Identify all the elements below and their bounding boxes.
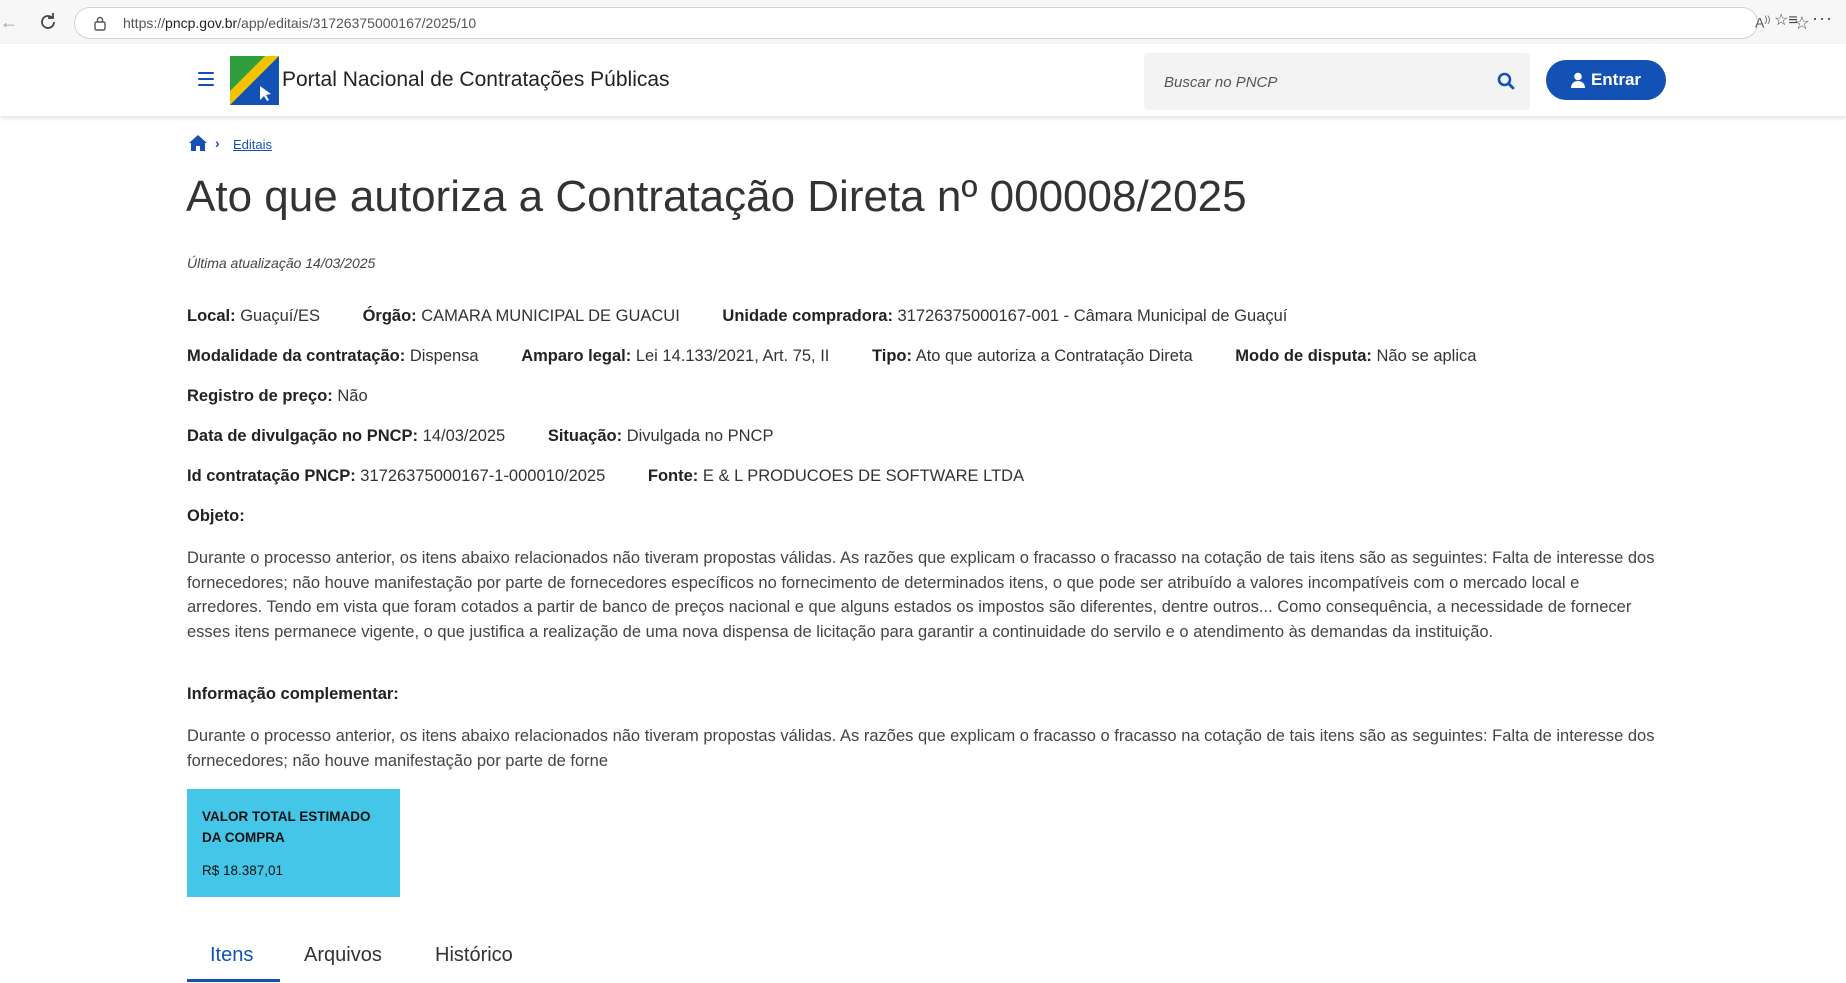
field-modo-disputa: Modo de disputa: Não se aplica: [1235, 347, 1476, 366]
objeto-text: Durante o processo anterior, os itens ab…: [187, 549, 1655, 641]
field-label: Registro de preço:: [187, 387, 333, 405]
estimated-value-title: VALOR TOTAL ESTIMADO DA COMPRA: [202, 809, 371, 845]
field-label: Órgão:: [362, 307, 417, 325]
field-value: Guaçuí/ES: [240, 307, 320, 325]
site-header: Portal Nacional de Contratações Públicas…: [0, 44, 1846, 116]
field-value: Divulgada no PNCP: [626, 427, 774, 445]
estimated-value-card: VALOR TOTAL ESTIMADO DA COMPRA R$ 18.387…: [187, 789, 400, 897]
field-situacao: Situação: Divulgada no PNCP: [548, 427, 774, 446]
details-row: Data de divulgação no PNCP: 14/03/2025 S…: [187, 427, 811, 446]
browser-toolbar: ← https://pncp.gov.br/app/editais/317263…: [0, 0, 1846, 45]
active-tab-indicator: [187, 979, 280, 982]
page-title: Ato que autoriza a Contratação Direta nº…: [186, 172, 1247, 221]
field-amparo-legal: Amparo legal: Lei 14.133/2021, Art. 75, …: [521, 347, 829, 366]
details-row: Id contratação PNCP: 31726375000167-1-00…: [187, 467, 1062, 486]
search-box: [1144, 53, 1530, 110]
info-complementar-label: Informação complementar:: [187, 685, 399, 703]
field-value: 14/03/2025: [422, 427, 506, 445]
url-text[interactable]: https://pncp.gov.br/app/editais/31726375…: [123, 15, 476, 31]
tab-historico[interactable]: Histórico: [435, 944, 513, 967]
favorites-icon[interactable]: ☆≡: [1774, 10, 1798, 32]
field-label: Amparo legal:: [521, 347, 632, 365]
field-value: Não se aplica: [1376, 347, 1477, 365]
tab-arquivos[interactable]: Arquivos: [304, 944, 382, 967]
site-title[interactable]: Portal Nacional de Contratações Públicas: [282, 68, 670, 92]
search-input[interactable]: [1162, 68, 1486, 96]
lock-icon[interactable]: [93, 15, 107, 31]
user-icon: [1570, 72, 1585, 88]
field-value: E & L PRODUCOES DE SOFTWARE LTDA: [702, 467, 1025, 485]
field-label: Modo de disputa:: [1235, 347, 1372, 365]
field-unidade-compradora: Unidade compradora: 31726375000167-001 -…: [722, 307, 1287, 326]
home-icon[interactable]: [188, 134, 208, 152]
field-label: Tipo:: [871, 347, 913, 365]
login-button[interactable]: Entrar: [1546, 60, 1666, 100]
pncp-logo[interactable]: [230, 56, 279, 105]
search-icon[interactable]: [1496, 71, 1516, 91]
field-tipo: Tipo: Ato que autoriza a Contratação Dir…: [872, 347, 1193, 366]
objeto-label: Objeto:: [187, 507, 245, 525]
reload-icon[interactable]: [36, 10, 60, 34]
field-data-divulgacao: Data de divulgação no PNCP: 14/03/2025: [187, 427, 505, 446]
field-fonte: Fonte: E & L PRODUCOES DE SOFTWARE LTDA: [648, 467, 1024, 486]
field-orgao: Órgão: CAMARA MUNICIPAL DE GUACUI: [363, 307, 680, 326]
url-path: /app/editais/31726375000167/2025/10: [237, 15, 477, 31]
field-value: Lei 14.133/2021, Art. 75, II: [635, 347, 830, 365]
tab-bar: Itens Arquivos Histórico: [187, 930, 587, 983]
field-value: CAMARA MUNICIPAL DE GUACUI: [421, 307, 680, 325]
login-label: Entrar: [1590, 70, 1642, 89]
field-local: Local: Guaçuí/ES: [187, 307, 320, 326]
url-host: pncp.gov.br: [165, 15, 238, 31]
field-value: Dispensa: [409, 347, 479, 365]
last-updated: Última atualização 14/03/2025: [187, 255, 376, 271]
estimated-value-amount: R$ 18.387,01: [202, 863, 284, 878]
field-label: Local:: [187, 307, 236, 325]
field-modalidade: Modalidade da contratação: Dispensa: [187, 347, 479, 366]
field-value: Não: [337, 387, 368, 405]
details-row: Registro de preço: Não: [187, 387, 406, 406]
hamburger-menu-icon[interactable]: [198, 72, 214, 86]
field-id-contratacao: Id contratação PNCP: 31726375000167-1-00…: [187, 467, 605, 486]
details-row: Local: Guaçuí/ES Órgão: CAMARA MUNICIPAL…: [187, 307, 1325, 326]
info-complementar-text: Durante o processo anterior, os itens ab…: [187, 727, 1655, 770]
field-label: Id contratação PNCP:: [187, 467, 356, 485]
field-label: Unidade compradora:: [722, 307, 893, 325]
more-options-icon[interactable]: ···: [1812, 8, 1836, 32]
chevron-right-icon: ›: [215, 135, 220, 151]
url-prefix: https://: [123, 15, 166, 31]
field-value: 31726375000167-1-000010/2025: [360, 467, 606, 485]
field-registro-preco: Registro de preço: Não: [187, 387, 368, 406]
field-label: Fonte:: [647, 467, 699, 485]
details-row: Modalidade da contratação: Dispensa Ampa…: [187, 347, 1514, 366]
back-arrow-icon[interactable]: ←: [0, 12, 18, 32]
field-label: Data de divulgação no PNCP:: [187, 427, 419, 445]
field-label: Modalidade da contratação:: [187, 347, 406, 365]
breadcrumb-link-editais[interactable]: Editais: [233, 137, 272, 152]
field-value: Ato que autoriza a Contratação Direta: [915, 347, 1193, 365]
read-aloud-icon[interactable]: A)): [1755, 14, 1775, 34]
field-label: Situação:: [547, 427, 623, 445]
tab-itens[interactable]: Itens: [210, 944, 253, 967]
field-value: 31726375000167-001 - Câmara Municipal de…: [897, 307, 1288, 325]
address-bar[interactable]: https://pncp.gov.br/app/editais/31726375…: [74, 7, 1810, 39]
